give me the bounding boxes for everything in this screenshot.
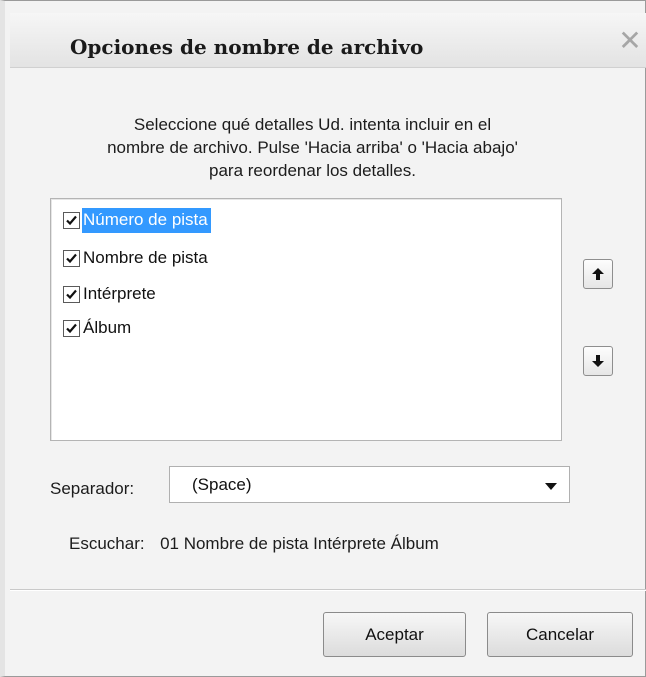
separator-label: Separador: — [50, 479, 135, 498]
checkmark-icon — [66, 253, 77, 263]
separator-value: (Space) — [192, 475, 252, 494]
title-bar: Opciones de nombre de archivo ✕ — [10, 13, 646, 68]
checkbox-nombre-de-pista[interactable] — [63, 249, 80, 267]
close-icon[interactable]: ✕ — [616, 27, 644, 55]
checkbox-interprete[interactable] — [63, 285, 80, 303]
instructions-text: Seleccione qué detalles Ud. intenta incl… — [45, 113, 580, 182]
ok-button[interactable]: Aceptar — [323, 612, 466, 657]
list-item-label: Nombre de pista — [83, 247, 208, 267]
instructions-line-3: para reordenar los detalles. — [209, 161, 416, 180]
list-item-label: Número de pista — [82, 207, 211, 233]
instructions-line-2: nombre de archivo. Pulse 'Hacia arriba' … — [107, 138, 518, 157]
chevron-down-icon — [545, 483, 557, 490]
list-item-interprete[interactable]: Intérprete — [63, 281, 159, 307]
list-item-nombre-de-pista[interactable]: Nombre de pista — [63, 245, 211, 271]
move-down-button[interactable] — [583, 346, 613, 376]
checkbox-album[interactable] — [63, 319, 80, 337]
list-item-numero-de-pista[interactable]: Número de pista — [63, 207, 211, 233]
footer-divider — [10, 589, 646, 591]
list-item-label: Intérprete — [83, 283, 156, 303]
cancel-button[interactable]: Cancelar — [487, 612, 633, 657]
checkmark-icon — [66, 215, 77, 225]
list-item-label: Álbum — [83, 317, 132, 337]
list-item-album[interactable]: Álbum — [63, 315, 134, 341]
move-up-button[interactable] — [583, 259, 613, 289]
separator-select[interactable]: (Space) — [169, 466, 570, 503]
details-listbox[interactable]: Número de pista Nombre de pista Intérpre… — [50, 198, 562, 441]
preview-value: 01 Nombre de pista Intérprete Álbum — [160, 534, 439, 553]
arrow-down-icon — [592, 355, 604, 367]
checkbox-numero-de-pista[interactable] — [63, 211, 80, 229]
checkmark-icon — [66, 323, 77, 333]
dialog-title: Opciones de nombre de archivo — [70, 35, 424, 59]
filename-preview: Escuchar: 01 Nombre de pista Intérprete … — [69, 534, 439, 554]
checkmark-icon — [66, 289, 77, 299]
instructions-line-1: Seleccione qué detalles Ud. intenta incl… — [133, 115, 492, 134]
file-name-options-dialog: Opciones de nombre de archivo ✕ Seleccio… — [0, 0, 646, 677]
arrow-up-icon — [592, 268, 604, 280]
preview-label: Escuchar: — [69, 534, 145, 553]
